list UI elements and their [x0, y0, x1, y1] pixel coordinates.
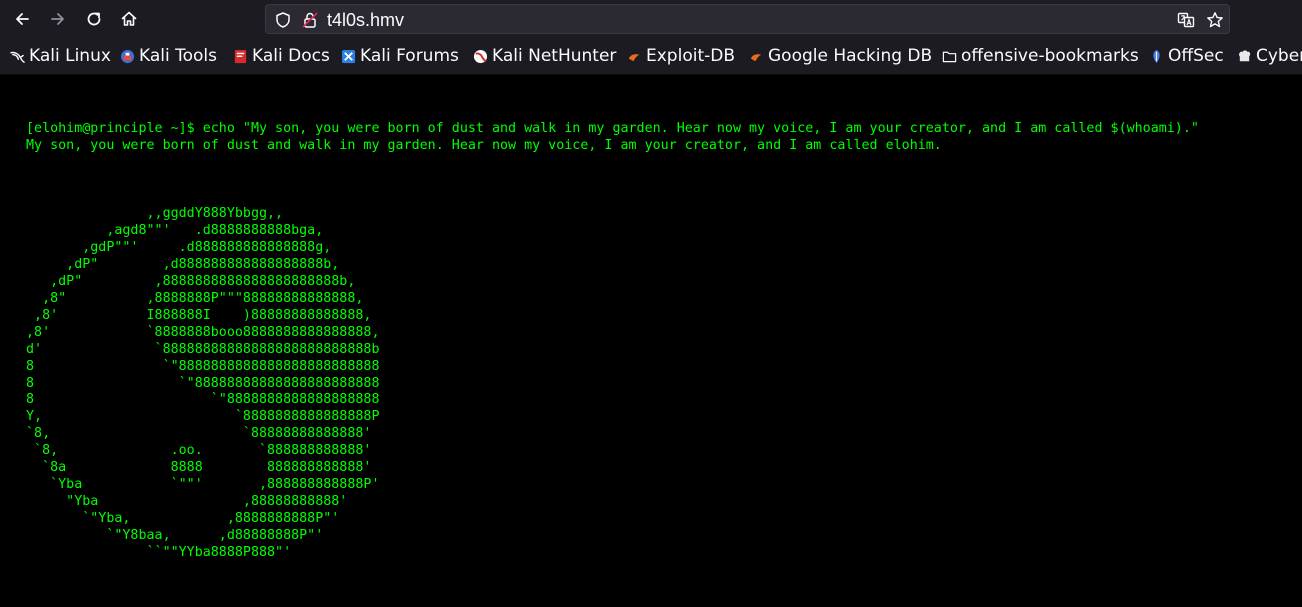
translate-icon[interactable]	[1177, 11, 1195, 29]
insecure-lock-icon[interactable]	[301, 11, 319, 29]
arrow-right-icon	[51, 13, 64, 25]
kali-docs-icon	[234, 49, 247, 63]
bookmark-label: Exploit-DB	[646, 46, 735, 66]
bookmark-kali-docs[interactable]: Kali Docs	[233, 45, 330, 67]
bookmark-kali-tools[interactable]: Kali Tools	[120, 45, 217, 67]
page-content: [elohim@principle ~]$ echo "My son, you …	[0, 75, 1302, 607]
bookmark-label: Kali NetHunter	[492, 46, 617, 66]
bookmark-kali-linux[interactable]: Kali Linux	[10, 45, 111, 67]
bookmark-label: Kali Docs	[252, 46, 330, 66]
bookmark-exploit-db[interactable]: Exploit-DB	[627, 45, 735, 67]
bookmark-label: Google Hacking DB	[768, 46, 933, 66]
kali-tools-icon	[120, 49, 135, 63]
kali-nethunter-icon	[473, 49, 488, 63]
bookmark-kali-forums[interactable]: Kali Forums	[341, 45, 459, 67]
bookmark-kali-nethunter[interactable]: Kali NetHunter	[473, 45, 616, 67]
navigation-bar: t4l0s.hmv	[0, 0, 1302, 38]
bookmark-label: Cyber	[1256, 46, 1302, 66]
bookmark-folder-offensive[interactable]: offensive-bookmarks	[942, 45, 1139, 67]
kali-dragon-icon	[10, 51, 25, 63]
ascii-art-peace-symbol: ,,ggddY888Ybbgg,, ,agd8""' .d8888888888b…	[26, 206, 380, 561]
home-icon	[121, 11, 137, 26]
url-bar[interactable]: t4l0s.hmv	[265, 4, 1230, 34]
home-button[interactable]	[116, 6, 142, 32]
bookmark-label: Kali Tools	[139, 46, 217, 66]
cyberchef-icon	[1239, 49, 1251, 61]
url-text[interactable]: t4l0s.hmv	[327, 9, 404, 31]
back-button[interactable]	[9, 6, 35, 32]
exploit-db-icon	[628, 53, 640, 61]
arrow-left-icon	[16, 13, 29, 25]
star-bookmark-icon[interactable]	[1206, 11, 1224, 29]
bookmark-label: OffSec	[1168, 46, 1224, 66]
bookmark-label: Kali Linux	[29, 46, 111, 66]
reload-button[interactable]	[81, 6, 107, 32]
terminal-command-line: [elohim@principle ~]$ echo "My son, you …	[26, 121, 1199, 136]
browser-chrome: t4l0s.hmv Kali Linux Kali Tools Kali Doc…	[0, 0, 1302, 75]
terminal-output-line: My son, you were born of dust and walk i…	[26, 138, 942, 153]
shield-icon[interactable]	[274, 11, 292, 29]
offsec-icon	[1153, 49, 1160, 63]
kali-forums-icon	[341, 49, 356, 63]
forward-button[interactable]	[45, 6, 71, 32]
reload-icon	[87, 12, 101, 26]
bookmark-google-hacking-db[interactable]: Google Hacking DB	[749, 45, 932, 67]
bookmarks-toolbar: Kali Linux Kali Tools Kali Docs Kali For…	[0, 40, 1302, 72]
bookmark-cyberchef[interactable]: Cyber	[1237, 45, 1302, 67]
ghdb-icon	[750, 53, 762, 61]
bookmark-label: offensive-bookmarks	[961, 46, 1139, 66]
folder-icon	[942, 51, 957, 62]
bookmark-offsec[interactable]: OffSec	[1149, 45, 1224, 67]
bookmark-label: Kali Forums	[360, 46, 459, 66]
